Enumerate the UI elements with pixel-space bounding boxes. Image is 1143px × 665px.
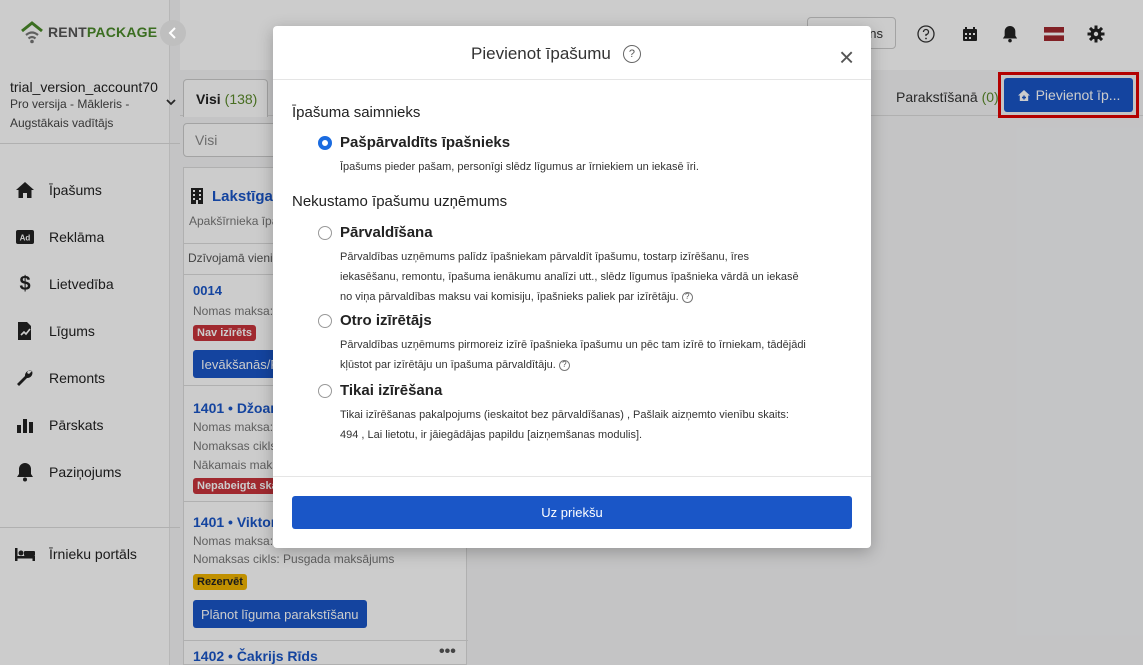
- dialog-header-divider: [273, 79, 871, 80]
- help-icon[interactable]: ?: [558, 359, 570, 371]
- radio-rental-only[interactable]: [318, 384, 332, 398]
- dialog-footer-divider: [273, 476, 871, 477]
- option-description: Tikai izīrēšanas pakalpojums (ieskaitot …: [340, 409, 789, 441]
- section-heading-company: Nekustamo īpašumu uzņēmums: [292, 193, 508, 210]
- sidebar-collapse-button[interactable]: [160, 20, 186, 46]
- dialog-title: Pievienot īpašumu ?: [471, 44, 641, 64]
- radio-self-managed[interactable]: [318, 136, 332, 150]
- close-icon[interactable]: ×: [839, 44, 854, 70]
- option-label[interactable]: Pārvaldīšana: [340, 224, 433, 241]
- option-description: Pārvaldības uzņēmums pirmoreiz izīrē īpa…: [340, 339, 806, 371]
- help-icon[interactable]: ?: [622, 45, 641, 63]
- option-label[interactable]: Tikai izīrēšana: [340, 382, 442, 399]
- option-label[interactable]: Otro izīrētājs: [340, 312, 432, 329]
- option-description: Pārvaldības uzņēmums palīdz īpašniekam p…: [340, 251, 799, 303]
- dialog-title-text: Pievienot īpašumu: [471, 44, 611, 63]
- section-heading-owner: Īpašuma saimnieks: [292, 104, 421, 121]
- help-icon[interactable]: ?: [681, 291, 693, 303]
- radio-management[interactable]: [318, 226, 332, 240]
- add-property-dialog: Pievienot īpašumu ? × Īpašuma saimnieks …: [273, 26, 871, 548]
- radio-sublessor[interactable]: [318, 314, 332, 328]
- option-description: Īpašums pieder pašam, personīgi slēdz lī…: [340, 161, 699, 173]
- next-button[interactable]: Uz priekšu: [292, 496, 852, 529]
- option-label[interactable]: Pašpārvaldīts īpašnieks: [340, 134, 510, 151]
